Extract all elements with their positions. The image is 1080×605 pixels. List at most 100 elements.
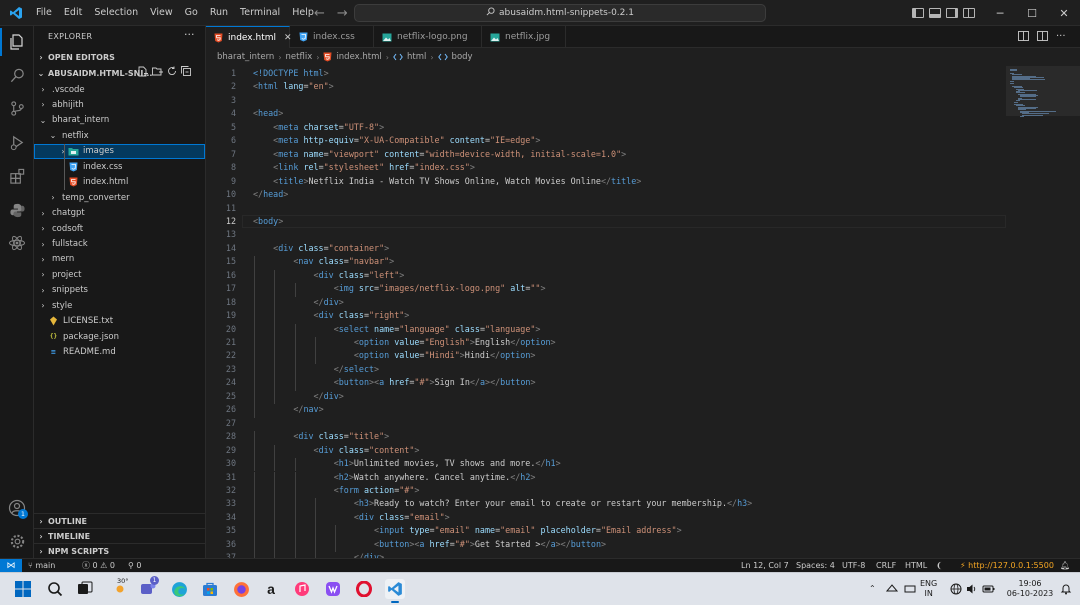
menu-file[interactable]: File	[30, 0, 58, 26]
explorer-icon[interactable]	[6, 31, 28, 53]
code-editor[interactable]: 1 <!DOCTYPE html> 2 <html lang="en"> 3 4 <head…	[206, 66, 1006, 558]
input-language[interactable]: ENG IN	[920, 579, 937, 599]
new-folder-icon[interactable]	[152, 66, 163, 80]
tray-overflow-icon[interactable]: ⌃	[869, 584, 876, 594]
run-debug-icon[interactable]	[6, 131, 28, 153]
outline-section[interactable]: › OUTLINE	[34, 513, 205, 528]
tab-netflix-jpg[interactable]: netflix.jpg	[482, 26, 566, 48]
breadcrumb-item[interactable]: bharat_intern	[217, 52, 274, 62]
remote-icon[interactable]: ⋈	[0, 559, 22, 573]
toggle-sidebar-icon[interactable]	[912, 8, 924, 18]
globe-icon[interactable]	[950, 583, 962, 598]
collapse-all-icon[interactable]	[181, 66, 191, 80]
tab-index-css[interactable]: index.css	[290, 26, 374, 48]
edge-browser-icon[interactable]	[169, 579, 189, 599]
tree-item[interactable]: › fullstack	[34, 237, 205, 252]
music-app-icon[interactable]	[292, 579, 312, 599]
windows-start-icon[interactable]	[13, 579, 33, 599]
tree-item[interactable]: ≡ README.md	[34, 345, 205, 360]
tree-item[interactable]: › .vscode	[34, 82, 205, 97]
amazon-icon[interactable]: a	[261, 579, 281, 599]
toggle-panel-icon[interactable]	[929, 8, 941, 18]
tray-app-icon[interactable]	[885, 583, 899, 598]
back-arrow-icon[interactable]: ←	[314, 6, 325, 21]
prettier-icon[interactable]: ❨	[936, 559, 943, 573]
tree-item[interactable]: › project	[34, 267, 205, 282]
notification-bell-icon[interactable]	[1060, 583, 1072, 598]
open-editors-section[interactable]: › OPEN EDITORS	[34, 50, 205, 65]
tree-item[interactable]: LICENSE.txt	[34, 314, 205, 329]
react-icon[interactable]	[6, 232, 28, 254]
breadcrumb-item[interactable]: index.html	[336, 52, 381, 62]
store-icon[interactable]	[200, 579, 220, 599]
breadcrumb-item[interactable]: html	[407, 52, 426, 62]
menu-view[interactable]: View	[144, 0, 179, 26]
menu-go[interactable]: Go	[179, 0, 204, 26]
cursor-position[interactable]: Ln 12, Col 7	[741, 559, 789, 573]
tree-item[interactable]: index.html	[34, 175, 205, 190]
tree-item[interactable]: › mern	[34, 252, 205, 267]
more-actions-icon[interactable]: ···	[1056, 31, 1066, 44]
tree-item[interactable]: ⌄ bharat_intern	[34, 113, 205, 128]
indentation[interactable]: Spaces: 4	[796, 559, 835, 573]
weather-widget[interactable]: 30°	[107, 577, 133, 599]
battery-icon[interactable]	[982, 583, 995, 598]
forward-arrow-icon[interactable]: →	[337, 6, 348, 21]
opera-icon[interactable]	[354, 579, 374, 599]
minimap[interactable]	[1006, 66, 1080, 558]
new-file-icon[interactable]	[138, 66, 148, 80]
tree-item[interactable]: › codsoft	[34, 221, 205, 236]
end-of-line[interactable]: CRLF	[876, 559, 896, 573]
menu-selection[interactable]: Selection	[88, 0, 144, 26]
encoding[interactable]: UTF-8	[842, 559, 865, 573]
more-actions-icon[interactable]: ···	[184, 28, 195, 41]
clock[interactable]: 19:06 06-10-2023	[1004, 579, 1056, 599]
menu-edit[interactable]: Edit	[58, 0, 88, 26]
breadcrumb-item[interactable]: netflix	[286, 52, 313, 62]
accounts-icon[interactable]: 1	[6, 497, 28, 519]
branch-indicator[interactable]: ⑂ main	[28, 559, 55, 573]
tab-index-html[interactable]: index.html ✕	[206, 26, 292, 48]
maximize-icon[interactable]: ☐	[1016, 7, 1048, 20]
toggle-secondary-sidebar-icon[interactable]	[946, 8, 958, 18]
tray-onedrive-icon[interactable]	[904, 583, 916, 598]
npm-scripts-section[interactable]: › NPM SCRIPTS	[34, 543, 205, 558]
problems-indicator[interactable]: ⓧ 0 ⚠ 0	[82, 559, 115, 573]
vscode-taskbar-icon[interactable]	[385, 579, 405, 603]
teams-chat-icon[interactable]: 1	[138, 576, 159, 599]
tree-item[interactable]: › temp_converter	[34, 190, 205, 205]
customize-layout-icon[interactable]	[963, 8, 975, 18]
ports-indicator[interactable]: ⚲ 0	[128, 559, 142, 573]
taskbar-search-icon[interactable]	[45, 579, 65, 599]
tab-netflix-logo-png[interactable]: netflix-logo.png	[374, 26, 482, 48]
extensions-icon[interactable]	[6, 165, 28, 187]
notifications-icon[interactable]: 🔔︎	[1060, 559, 1070, 573]
tree-item[interactable]: ⌄ netflix	[34, 128, 205, 143]
source-control-icon[interactable]	[6, 97, 28, 119]
language-mode[interactable]: HTML	[905, 559, 927, 573]
search-icon[interactable]	[6, 64, 28, 86]
tree-item[interactable]: › style	[34, 298, 205, 313]
volume-icon[interactable]	[966, 583, 978, 598]
task-view-icon[interactable]	[75, 579, 95, 599]
gear-icon[interactable]	[6, 530, 28, 552]
minimize-icon[interactable]: ─	[984, 7, 1016, 20]
python-icon[interactable]	[6, 199, 28, 221]
command-center-search[interactable]: abusaidm.html-snippets-0.2.1	[354, 4, 766, 22]
firefox-icon[interactable]	[231, 579, 251, 599]
menu-terminal[interactable]: Terminal	[234, 0, 286, 26]
tree-item[interactable]: index.css	[34, 159, 205, 174]
split-editor-icon[interactable]	[1037, 31, 1048, 44]
close-icon[interactable]: ✕	[1048, 7, 1080, 20]
timeline-section[interactable]: › TIMELINE	[34, 528, 205, 543]
tree-item[interactable]: › abhijith	[34, 97, 205, 112]
go-live-server[interactable]: ⚡ http://127.0.0.1:5500	[960, 559, 1054, 573]
tree-item[interactable]: {} package.json	[34, 329, 205, 344]
app-icon[interactable]	[323, 579, 343, 599]
tree-item[interactable]: › chatgpt	[34, 206, 205, 221]
tree-item[interactable]: › snippets	[34, 283, 205, 298]
breadcrumb-item[interactable]: body	[452, 52, 473, 62]
refresh-icon[interactable]	[167, 66, 177, 80]
menu-run[interactable]: Run	[204, 0, 234, 26]
open-preview-icon[interactable]	[1018, 31, 1029, 44]
